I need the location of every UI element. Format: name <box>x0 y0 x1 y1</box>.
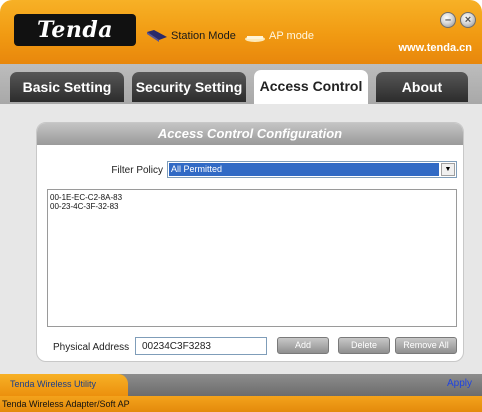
tab-about[interactable]: About <box>376 72 468 102</box>
tab-basic-setting[interactable]: Basic Setting <box>10 72 124 102</box>
tab-bar: Basic Setting Security Setting Access Co… <box>0 64 482 104</box>
physical-address-label: Physical Address <box>53 342 130 353</box>
filter-policy-value: All Permitted <box>169 163 439 176</box>
filter-policy-select[interactable]: All Permitted ▼ <box>167 161 457 178</box>
close-button[interactable]: × <box>460 12 476 28</box>
station-mode-icon <box>146 29 168 43</box>
close-icon: × <box>464 14 472 26</box>
add-button[interactable]: Add <box>277 337 329 354</box>
ap-mode-option[interactable]: AP mode <box>244 26 314 46</box>
mac-address-list[interactable]: 00-1E-EC-C2-8A-83 00-23-4C-3F-32-83 <box>47 189 457 327</box>
station-mode-label: Station Mode <box>171 30 236 42</box>
utility-label: Tenda Wireless Utility <box>0 374 128 396</box>
list-item[interactable]: 00-23-4C-3F-32-83 <box>50 202 454 211</box>
remove-all-button[interactable]: Remove All <box>395 337 457 354</box>
ap-mode-label: AP mode <box>269 30 315 42</box>
status-bar: Tenda Wireless Adapter/Soft AP <box>0 396 482 412</box>
app-window: Tenda Station Mode AP mode www.tenda.cn … <box>0 0 482 412</box>
delete-button[interactable]: Delete <box>338 337 390 354</box>
minimize-icon: – <box>444 14 452 26</box>
filter-policy-label: Filter Policy <box>111 165 163 176</box>
station-mode-option[interactable]: Station Mode <box>146 26 236 46</box>
panel-title: Access Control Configuration <box>37 123 463 145</box>
tenda-logo: Tenda <box>14 14 136 46</box>
header-bar: Tenda Station Mode AP mode www.tenda.cn … <box>0 0 482 64</box>
list-item[interactable]: 00-1E-EC-C2-8A-83 <box>50 193 454 202</box>
content-area: Access Control Configuration Filter Poli… <box>0 104 482 374</box>
dropdown-arrow-icon[interactable]: ▼ <box>441 163 455 176</box>
physical-address-input[interactable] <box>135 337 267 355</box>
ap-mode-icon <box>244 29 266 43</box>
access-control-panel: Access Control Configuration Filter Poli… <box>36 122 464 362</box>
website-url: www.tenda.cn <box>398 42 472 54</box>
tab-security-setting[interactable]: Security Setting <box>132 72 246 102</box>
apply-button[interactable]: Apply <box>447 378 472 389</box>
footer-bar: Tenda Wireless Utility Apply <box>0 374 482 396</box>
tab-access-control[interactable]: Access Control <box>254 70 368 104</box>
minimize-button[interactable]: – <box>440 12 456 28</box>
